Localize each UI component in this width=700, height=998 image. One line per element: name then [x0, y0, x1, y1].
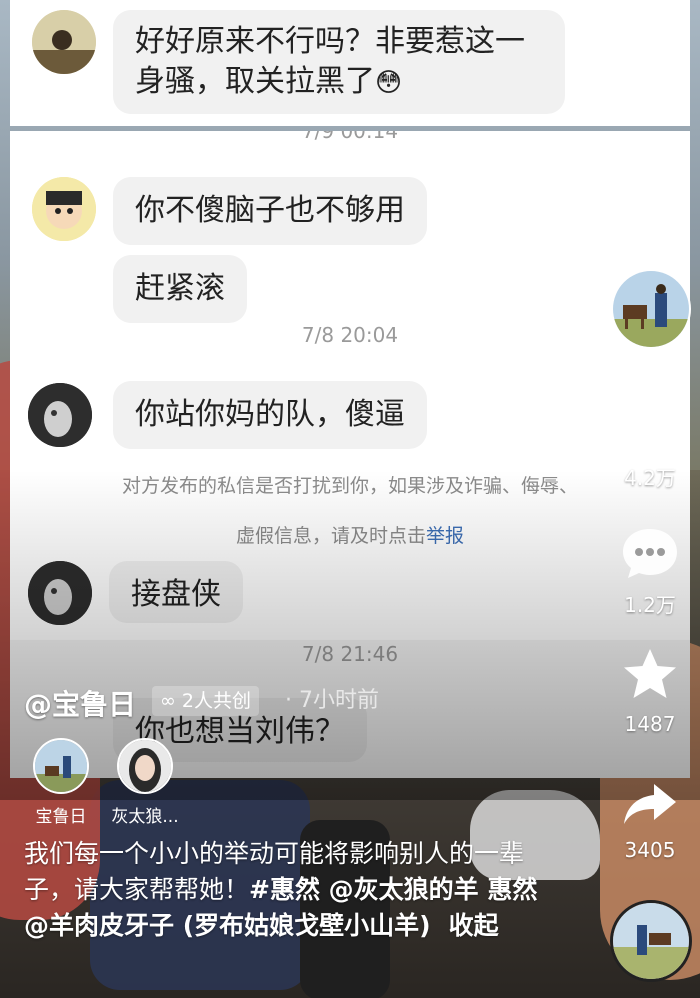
- chat-screenshot-top: 好好原来不行吗？非要惹这一 身骚，取关拉黑了😳: [10, 0, 690, 126]
- share-arrow-icon: [624, 784, 676, 824]
- contact-avatar: [32, 10, 96, 74]
- timestamp: 7/8 21:46: [301, 642, 399, 666]
- contact-avatar: [28, 561, 92, 625]
- like-count: 4.2万: [624, 466, 676, 490]
- chat-screenshot-middle: 7/9 00:14 你不傻脑子也不够用 赶紧滚 7/8 20:04 你站你妈的队…: [10, 131, 690, 648]
- share-button[interactable]: 3405: [610, 780, 690, 862]
- comment-icon: [623, 529, 677, 578]
- hashtag-link[interactable]: #惠然: [249, 875, 320, 904]
- contact-avatar: [32, 177, 96, 241]
- message-bubble: 好好原来不行吗？非要惹这一 身骚，取关拉黑了😳: [113, 10, 565, 114]
- creator-avatar: [117, 738, 173, 794]
- cocreate-badge[interactable]: ∞ 2人共创: [152, 686, 259, 716]
- comment-count: 1.2万: [624, 593, 676, 617]
- emoji-icon: 😳: [375, 68, 403, 98]
- author-name[interactable]: @宝鲁日: [24, 683, 136, 723]
- music-disc[interactable]: [610, 900, 692, 982]
- contact-avatar: [28, 383, 92, 447]
- creator-name: 灰太狼...: [111, 807, 179, 827]
- message-bubble: 赶紧滚: [113, 255, 247, 323]
- comment-button[interactable]: 1.2万: [610, 525, 690, 618]
- timestamp: 7/9 00:14: [301, 131, 399, 143]
- favorite-count: 1487: [624, 712, 676, 736]
- message-bubble: 接盘侠: [109, 561, 243, 623]
- report-link[interactable]: 举报: [426, 525, 464, 547]
- heart-icon: [622, 400, 678, 450]
- message-bubble: 你站你妈的队，傻逼: [113, 381, 427, 449]
- video-description: 我们每一个小小的举动可能将影响别人的一辈子，请大家帮帮她！#惠然 @灰太狼的羊 …: [24, 839, 538, 940]
- favorite-button[interactable]: 1487: [610, 646, 690, 736]
- like-button[interactable]: 4.2万: [610, 398, 690, 491]
- creator-item[interactable]: 灰太狼...: [95, 738, 195, 827]
- report-notice: 对方发布的私信是否打扰到你，如果涉及诈骗、侮辱、 虚假信息，请及时点击举报: [121, 475, 578, 547]
- author-avatar[interactable]: [611, 269, 691, 349]
- post-time: · 7小时前: [285, 688, 379, 713]
- timestamp: 7/8 20:04: [301, 323, 399, 347]
- collapse-link[interactable]: 收起: [449, 911, 499, 940]
- creator-avatar: [33, 738, 89, 794]
- message-bubble: 你不傻脑子也不够用: [113, 177, 427, 245]
- share-count: 3405: [624, 838, 676, 862]
- link-icon: ∞: [160, 690, 182, 712]
- star-icon: [624, 649, 676, 698]
